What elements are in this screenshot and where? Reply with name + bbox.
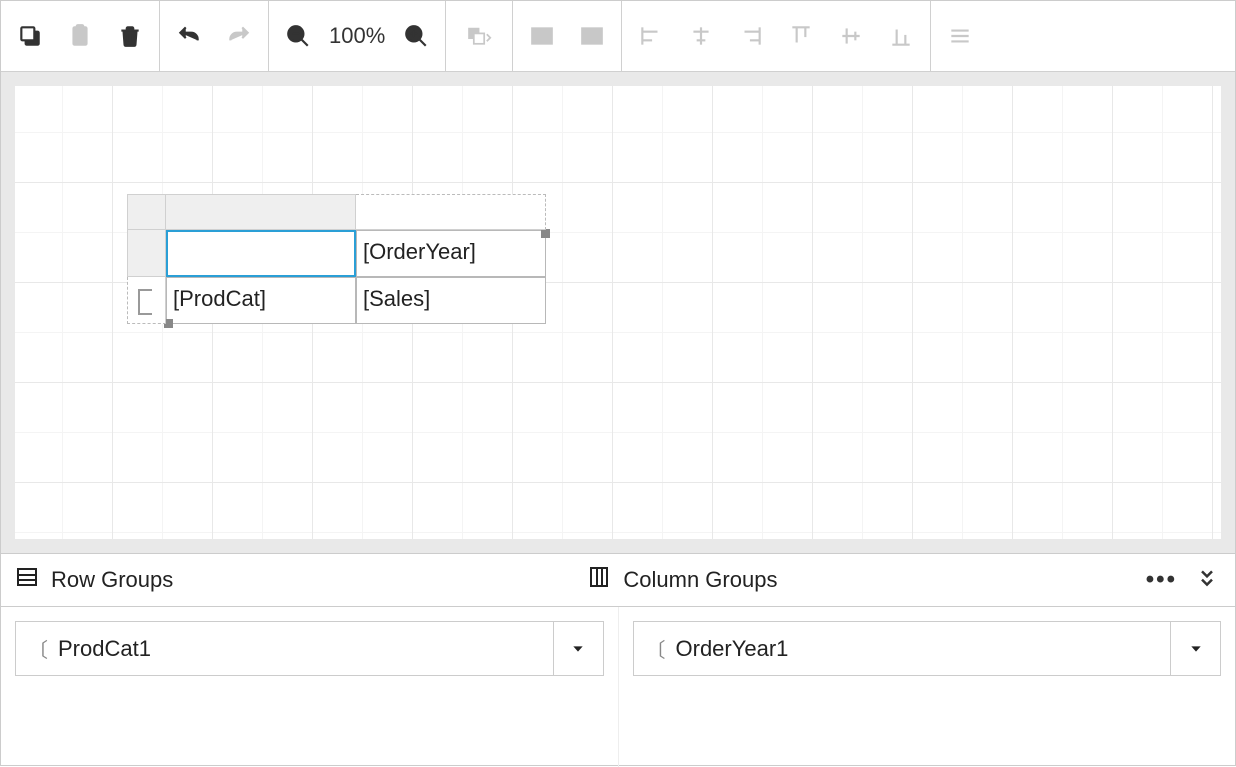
row-group-dropdown[interactable] bbox=[553, 622, 603, 675]
column-groups-icon bbox=[587, 565, 611, 595]
row-groups-icon bbox=[15, 565, 39, 595]
column-group-dropdown[interactable] bbox=[1170, 622, 1220, 675]
column-group-name: OrderYear1 bbox=[676, 636, 789, 662]
row-handle-1[interactable] bbox=[127, 230, 166, 277]
column-group-item[interactable]: 〔 OrderYear1 bbox=[633, 621, 1222, 676]
align-bottom-button[interactable] bbox=[876, 11, 926, 61]
bring-forward-button[interactable] bbox=[450, 11, 508, 61]
align-right-button[interactable] bbox=[726, 11, 776, 61]
row-groups-body: 〔 ProdCat1 bbox=[1, 607, 619, 767]
split-cells-button[interactable] bbox=[567, 11, 617, 61]
group-bracket-icon: 〔 bbox=[646, 634, 666, 663]
redo-button[interactable] bbox=[214, 11, 264, 61]
groups-panel: Row Groups Column Groups ••• 〔 ProdCat1 bbox=[1, 553, 1235, 767]
column-groups-label: Column Groups bbox=[623, 567, 777, 593]
align-center-button[interactable] bbox=[676, 11, 726, 61]
delete-button[interactable] bbox=[105, 11, 155, 61]
copy-button[interactable] bbox=[5, 11, 55, 61]
align-middle-button[interactable] bbox=[826, 11, 876, 61]
collapse-panel-icon[interactable] bbox=[1197, 568, 1217, 593]
toolbar: 100% bbox=[1, 1, 1235, 72]
align-top-button[interactable] bbox=[776, 11, 826, 61]
zoom-in-button[interactable] bbox=[391, 11, 441, 61]
resize-handle-tr[interactable] bbox=[541, 229, 550, 238]
zoom-out-button[interactable] bbox=[273, 11, 323, 61]
column-groups-body: 〔 OrderYear1 bbox=[619, 607, 1236, 767]
col-handle-1[interactable] bbox=[166, 194, 356, 230]
col-group-handle[interactable] bbox=[356, 194, 546, 230]
design-canvas[interactable]: [OrderYear] [ProdCat] [Sales] bbox=[15, 86, 1221, 539]
paste-button[interactable] bbox=[55, 11, 105, 61]
groups-header: Row Groups Column Groups ••• bbox=[1, 554, 1235, 607]
data-cell[interactable]: [Sales] bbox=[356, 277, 546, 324]
row-group-item[interactable]: 〔 ProdCat1 bbox=[15, 621, 604, 676]
corner-cell[interactable] bbox=[166, 230, 356, 277]
matrix-tablix[interactable]: [OrderYear] [ProdCat] [Sales] bbox=[127, 194, 546, 324]
zoom-level: 100% bbox=[323, 23, 391, 49]
merge-cells-button[interactable] bbox=[517, 11, 567, 61]
align-left-button[interactable] bbox=[626, 11, 676, 61]
undo-button[interactable] bbox=[164, 11, 214, 61]
column-header-cell[interactable]: [OrderYear] bbox=[356, 230, 546, 277]
row-group-handle[interactable] bbox=[127, 277, 166, 324]
row-group-name: ProdCat1 bbox=[58, 636, 151, 662]
group-bracket-icon: 〔 bbox=[28, 634, 48, 663]
row-groups-label: Row Groups bbox=[51, 567, 173, 593]
distribute-button[interactable] bbox=[935, 11, 985, 61]
row-header-cell[interactable]: [ProdCat] bbox=[166, 277, 356, 324]
design-canvas-container: [OrderYear] [ProdCat] [Sales] bbox=[1, 72, 1235, 553]
more-options-icon[interactable]: ••• bbox=[1146, 566, 1177, 594]
corner-handle[interactable] bbox=[127, 194, 166, 230]
